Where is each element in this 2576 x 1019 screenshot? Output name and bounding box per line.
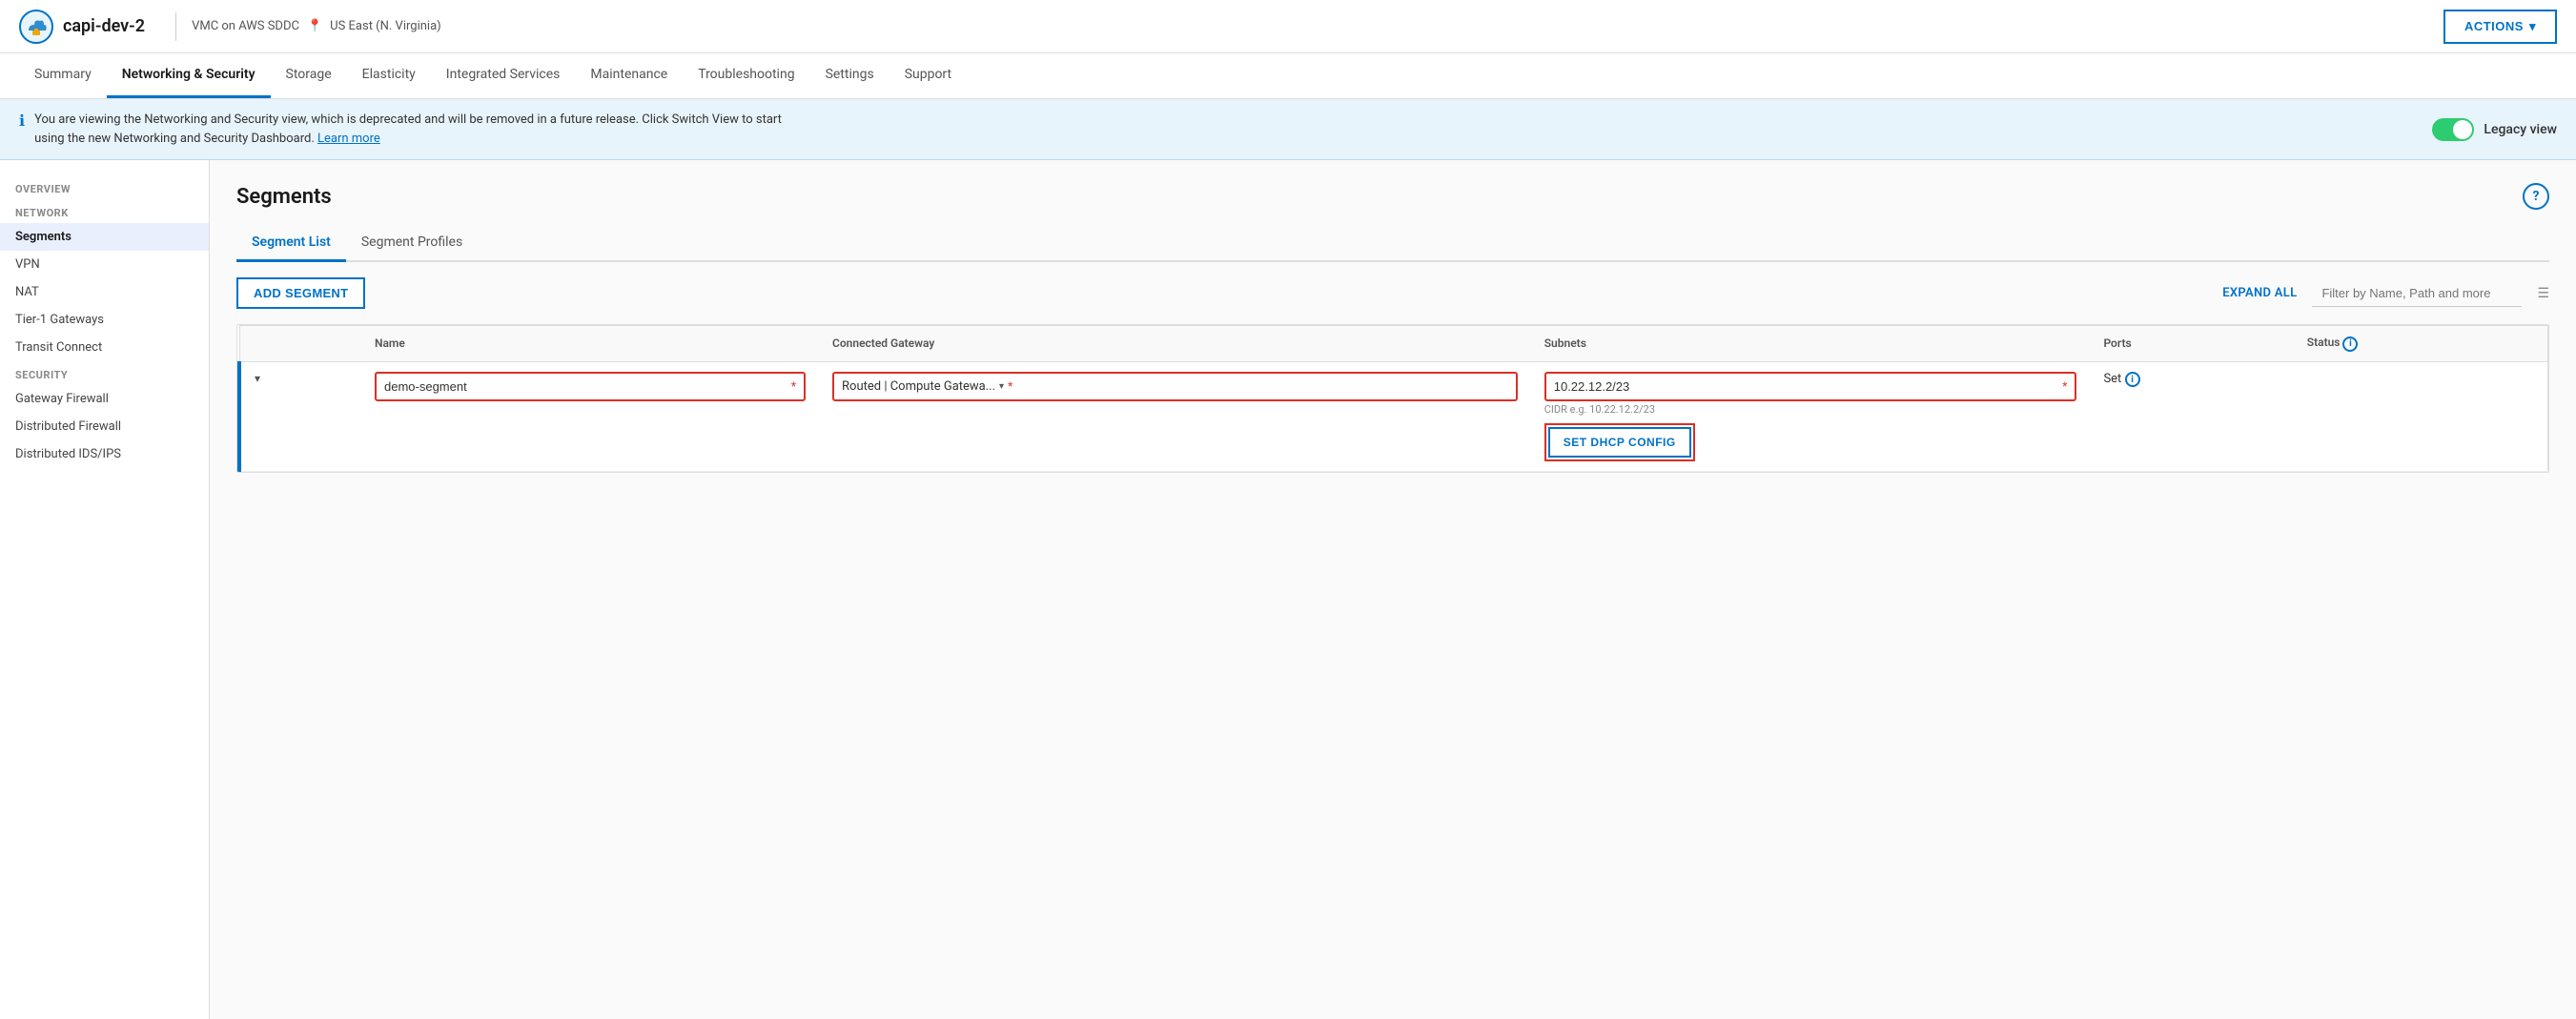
status-info-icon[interactable]: i xyxy=(2342,336,2358,352)
learn-more-link[interactable]: Learn more xyxy=(317,132,380,146)
table-body: ▾ * Routed | Compute Gatewa... ▾ xyxy=(239,361,2548,471)
tab-settings[interactable]: Settings xyxy=(810,53,889,98)
chevron-down-icon: ▾ xyxy=(2529,19,2536,34)
header-divider xyxy=(175,12,176,41)
col-gateway-header: Connected Gateway xyxy=(819,326,1531,362)
col-expand-header xyxy=(239,326,361,362)
tab-summary[interactable]: Summary xyxy=(19,53,107,98)
subnets-cell: * CIDR e.g. 10.22.12.2/23 SET DHCP CONFI… xyxy=(1531,361,2091,471)
legacy-view-toggle[interactable] xyxy=(2432,118,2474,141)
logo: capi-dev-2 xyxy=(19,10,145,44)
sidebar-section-security: Security xyxy=(0,361,209,385)
sidebar-item-tier1-gateways[interactable]: Tier-1 Gateways xyxy=(0,306,209,334)
set-dhcp-config-button[interactable]: SET DHCP CONFIG xyxy=(1548,427,1691,458)
name-cell: * xyxy=(361,361,819,471)
header-actions: ACTIONS ▾ xyxy=(2443,10,2557,44)
dhcp-button-container: SET DHCP CONFIG xyxy=(1544,423,2077,461)
subnets-field-outline: * xyxy=(1544,372,2077,401)
col-name-header: Name xyxy=(361,326,819,362)
header: capi-dev-2 VMC on AWS SDDC 📍 US East (N.… xyxy=(0,0,2576,53)
tab-support[interactable]: Support xyxy=(889,53,967,98)
tab-networking-security[interactable]: Networking & Security xyxy=(107,53,271,98)
sddc-type: VMC on AWS SDDC xyxy=(192,19,299,33)
status-cell xyxy=(2294,361,2548,471)
banner-left: ℹ You are viewing the Networking and Sec… xyxy=(19,111,782,148)
banner-right: Legacy view xyxy=(2432,118,2557,141)
subnet-hint: CIDR e.g. 10.22.12.2/23 xyxy=(1544,403,2077,416)
tab-integrated-services[interactable]: Integrated Services xyxy=(431,53,576,98)
subnets-input[interactable] xyxy=(1554,379,2059,394)
sidebar-item-transit-connect[interactable]: Transit Connect xyxy=(0,334,209,361)
gateway-dropdown-icon[interactable]: ▾ xyxy=(999,381,1004,392)
sidebar: Overview Network Segments VPN NAT Tier-1… xyxy=(0,160,210,1019)
sub-tab-segment-list[interactable]: Segment List xyxy=(236,225,346,262)
page-title: Segments xyxy=(236,185,332,209)
sddc-info: VMC on AWS SDDC 📍 US East (N. Virginia) xyxy=(192,19,441,33)
name-field-outline: * xyxy=(375,372,806,401)
ports-info-icon[interactable]: i xyxy=(2125,372,2140,387)
filter-icon: ☰ xyxy=(2537,286,2549,301)
toolbar: ADD SEGMENT EXPAND ALL ☰ xyxy=(236,277,2549,309)
col-subnets-header: Subnets xyxy=(1531,326,2091,362)
subnets-required-star: * xyxy=(2062,379,2067,393)
gateway-cell: Routed | Compute Gatewa... ▾ * xyxy=(819,361,1531,471)
nav-tabs: Summary Networking & Security Storage El… xyxy=(0,53,2576,99)
gateway-value: Routed | Compute Gatewa... xyxy=(842,379,995,394)
table-row: ▾ * Routed | Compute Gatewa... ▾ xyxy=(239,361,2548,471)
help-icon[interactable]: ? xyxy=(2523,183,2549,210)
segments-table: Name Connected Gateway Subnets Ports Sta… xyxy=(236,324,2549,473)
dhcp-button-outline: SET DHCP CONFIG xyxy=(1544,423,1695,461)
table-header: Name Connected Gateway Subnets Ports Sta… xyxy=(239,326,2548,362)
name-input[interactable] xyxy=(384,379,787,394)
info-banner: ℹ You are viewing the Networking and Sec… xyxy=(0,99,2576,160)
sidebar-section-overview: Overview xyxy=(0,175,209,199)
banner-text: You are viewing the Networking and Secur… xyxy=(34,111,782,148)
legacy-view-label: Legacy view xyxy=(2484,122,2557,137)
add-segment-button[interactable]: ADD SEGMENT xyxy=(236,277,365,309)
name-required-star: * xyxy=(791,379,796,393)
tab-maintenance[interactable]: Maintenance xyxy=(575,53,683,98)
gateway-field-outline: Routed | Compute Gatewa... ▾ * xyxy=(832,372,1518,401)
actions-label: ACTIONS xyxy=(2464,19,2524,33)
location: US East (N. Virginia) xyxy=(330,19,441,33)
sub-tabs: Segment List Segment Profiles xyxy=(236,225,2549,262)
location-icon: 📍 xyxy=(307,19,322,33)
table: Name Connected Gateway Subnets Ports Sta… xyxy=(237,325,2548,472)
content-area: Segments ? Segment List Segment Profiles… xyxy=(210,160,2576,1019)
gateway-required-star: * xyxy=(1008,379,1012,393)
app-name: capi-dev-2 xyxy=(63,16,145,36)
banner-message-line1: You are viewing the Networking and Secur… xyxy=(34,112,782,127)
row-expand-icon[interactable]: ▾ xyxy=(255,372,260,385)
sidebar-item-distributed-firewall[interactable]: Distributed Firewall xyxy=(0,413,209,440)
actions-button[interactable]: ACTIONS ▾ xyxy=(2443,10,2557,44)
sub-tab-segment-profiles[interactable]: Segment Profiles xyxy=(346,225,478,262)
banner-message-line2: using the new Networking and Security Da… xyxy=(34,132,315,146)
main-layout: Overview Network Segments VPN NAT Tier-1… xyxy=(0,160,2576,1019)
sidebar-item-vpn[interactable]: VPN xyxy=(0,251,209,278)
ports-cell: Set i xyxy=(2090,361,2293,471)
sidebar-item-gateway-firewall[interactable]: Gateway Firewall xyxy=(0,385,209,413)
cloud-logo-icon xyxy=(19,10,53,44)
tab-troubleshooting[interactable]: Troubleshooting xyxy=(683,53,809,98)
tab-elasticity[interactable]: Elasticity xyxy=(347,53,431,98)
tab-storage[interactable]: Storage xyxy=(271,53,347,98)
sidebar-item-nat[interactable]: NAT xyxy=(0,278,209,306)
content-header: Segments ? xyxy=(236,183,2549,210)
status-label: Status xyxy=(2307,336,2341,349)
sidebar-item-segments[interactable]: Segments xyxy=(0,223,209,251)
expand-all-button[interactable]: EXPAND ALL xyxy=(2222,286,2297,300)
sidebar-section-network: Network xyxy=(0,199,209,223)
info-icon: ℹ xyxy=(19,112,25,130)
filter-input[interactable] xyxy=(2312,280,2522,307)
expand-cell: ▾ xyxy=(239,361,361,471)
col-ports-header: Ports xyxy=(2090,326,2293,362)
sidebar-item-distributed-ids-ips[interactable]: Distributed IDS/IPS xyxy=(0,440,209,468)
ports-value: Set xyxy=(2103,372,2121,386)
col-status-header: Status i xyxy=(2294,326,2548,362)
